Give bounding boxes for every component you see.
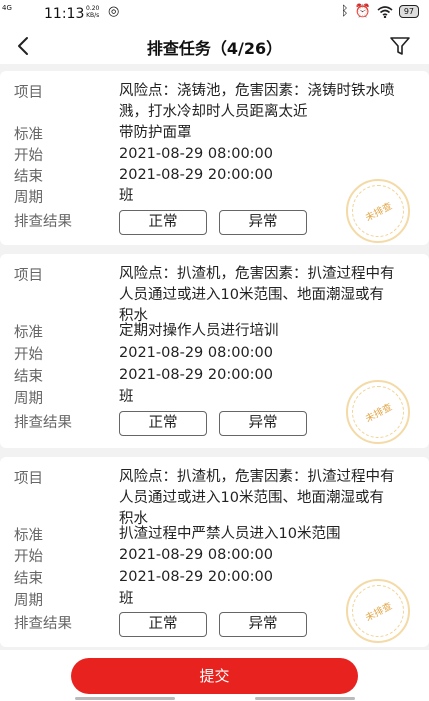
page-title: 排查任务（4/26） [146, 39, 283, 58]
home-indicator [75, 697, 175, 700]
period-label: 周期 [14, 593, 43, 609]
abnormal-button[interactable]: 异常 [219, 612, 307, 637]
network-speed-unit: KB/s [86, 12, 100, 19]
submit-button[interactable]: 提交 [71, 658, 358, 694]
unchecked-stamp: 未排查 [346, 380, 410, 444]
stamp-text: 未排查 [363, 600, 394, 624]
result-label: 排查结果 [14, 214, 72, 230]
end-value: 2021-08-29 20:00:00 [119, 167, 273, 183]
start-label: 开始 [14, 347, 43, 363]
end-label: 结束 [14, 571, 43, 587]
nav-bar: 排查任务（4/26） [0, 28, 429, 64]
item-label: 项目 [14, 268, 43, 284]
result-label: 排查结果 [14, 415, 72, 431]
alarm-icon: ⏰ [354, 4, 371, 19]
normal-button[interactable]: 正常 [119, 411, 207, 436]
item-label: 项目 [14, 471, 43, 487]
start-label: 开始 [14, 549, 43, 565]
status-bar: 4G 11:13 0.20 KB/s ◎ ᛒ ⏰ 97 [0, 0, 429, 28]
network-speed-value: 0.20 [86, 5, 100, 12]
normal-button[interactable]: 正常 [119, 612, 207, 637]
start-value: 2021-08-29 08:00:00 [119, 345, 273, 361]
unchecked-stamp: 未排查 [346, 179, 410, 243]
item-label: 项目 [14, 85, 43, 101]
status-right-icons: ᛒ ⏰ 97 [341, 4, 419, 19]
standard-label: 标准 [14, 127, 43, 143]
end-label: 结束 [14, 169, 43, 185]
item-value: 风险点：扒渣机，危害因素：扒渣过程中有人员通过或进入10米范围、地面潮湿或有积水 [119, 266, 395, 324]
abnormal-button[interactable]: 异常 [219, 411, 307, 436]
standard-label: 标准 [14, 528, 43, 544]
start-value: 2021-08-29 08:00:00 [119, 146, 273, 162]
item-value: 风险点：扒渣机，危害因素：扒渣过程中有人员通过或进入10米范围、地面潮湿或有积水 [119, 469, 395, 527]
standard-value: 扒渣过程中严禁人员进入10米范围 [119, 526, 341, 542]
task-card: 项目 风险点：扒渣机，危害因素：扒渣过程中有人员通过或进入10米范围、地面潮湿或… [0, 254, 429, 448]
home-indicator [255, 697, 355, 700]
app-notification-icon: ◎ [108, 4, 120, 19]
standard-value: 带防护面罩 [119, 125, 192, 141]
bluetooth-icon: ᛒ [340, 4, 349, 19]
end-value: 2021-08-29 20:00:00 [119, 367, 273, 383]
period-label: 周期 [14, 391, 43, 407]
stamp-text: 未排查 [363, 200, 394, 224]
normal-button[interactable]: 正常 [119, 210, 207, 235]
status-time: 11:13 [44, 6, 85, 22]
unchecked-stamp: 未排查 [346, 579, 410, 643]
task-card: 项目 风险点：浇铸池，危害因素：浇铸时铁水喷溅，打水冷却时人员距离太近 标准 带… [0, 71, 429, 245]
back-arrow-icon[interactable] [12, 34, 36, 58]
start-value: 2021-08-29 08:00:00 [119, 547, 273, 563]
network-speed: 0.20 KB/s [86, 5, 99, 19]
submit-bar: 提交 [0, 650, 429, 701]
wifi-icon [377, 5, 393, 18]
stamp-ring: 未排查 [352, 386, 404, 438]
item-value: 风险点：浇铸池，危害因素：浇铸时铁水喷溅，打水冷却时人员距离太近 [119, 83, 395, 120]
task-card: 项目 风险点：扒渣机，危害因素：扒渣过程中有人员通过或进入10米范围、地面潮湿或… [0, 457, 429, 647]
period-label: 周期 [14, 190, 43, 206]
stamp-text: 未排查 [363, 401, 394, 425]
start-label: 开始 [14, 148, 43, 164]
stamp-ring: 未排查 [352, 185, 404, 237]
standard-label: 标准 [14, 325, 43, 341]
end-label: 结束 [14, 369, 43, 385]
standard-value: 定期对操作人员进行培训 [119, 323, 279, 339]
network-indicator: 4G [2, 4, 12, 12]
abnormal-button[interactable]: 异常 [219, 210, 307, 235]
stamp-ring: 未排查 [352, 585, 404, 637]
filter-icon[interactable] [389, 35, 411, 57]
end-value: 2021-08-29 20:00:00 [119, 569, 273, 585]
result-label: 排查结果 [14, 616, 72, 632]
battery-icon: 97 [398, 5, 419, 18]
